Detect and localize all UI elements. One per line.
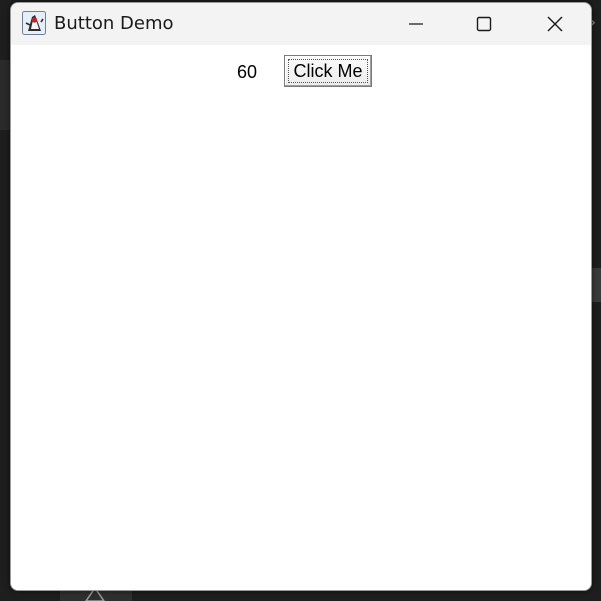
- maximize-button[interactable]: [449, 3, 519, 45]
- title-bar[interactable]: Button Demo: [11, 3, 591, 45]
- maximize-icon: [476, 16, 492, 32]
- close-button[interactable]: [520, 3, 590, 45]
- content-panel: 60 Click Me: [11, 45, 591, 590]
- click-me-button[interactable]: Click Me: [284, 55, 372, 87]
- click-me-button-label: Click Me: [293, 60, 363, 81]
- close-icon: [547, 16, 563, 32]
- app-window: Button Demo 60 Click Me: [10, 2, 592, 591]
- java-duke-icon: [22, 11, 46, 35]
- minimize-icon: [409, 23, 423, 25]
- minimize-button[interactable]: [381, 3, 451, 45]
- window-title: Button Demo: [54, 13, 174, 34]
- counter-label: 60: [237, 62, 258, 82]
